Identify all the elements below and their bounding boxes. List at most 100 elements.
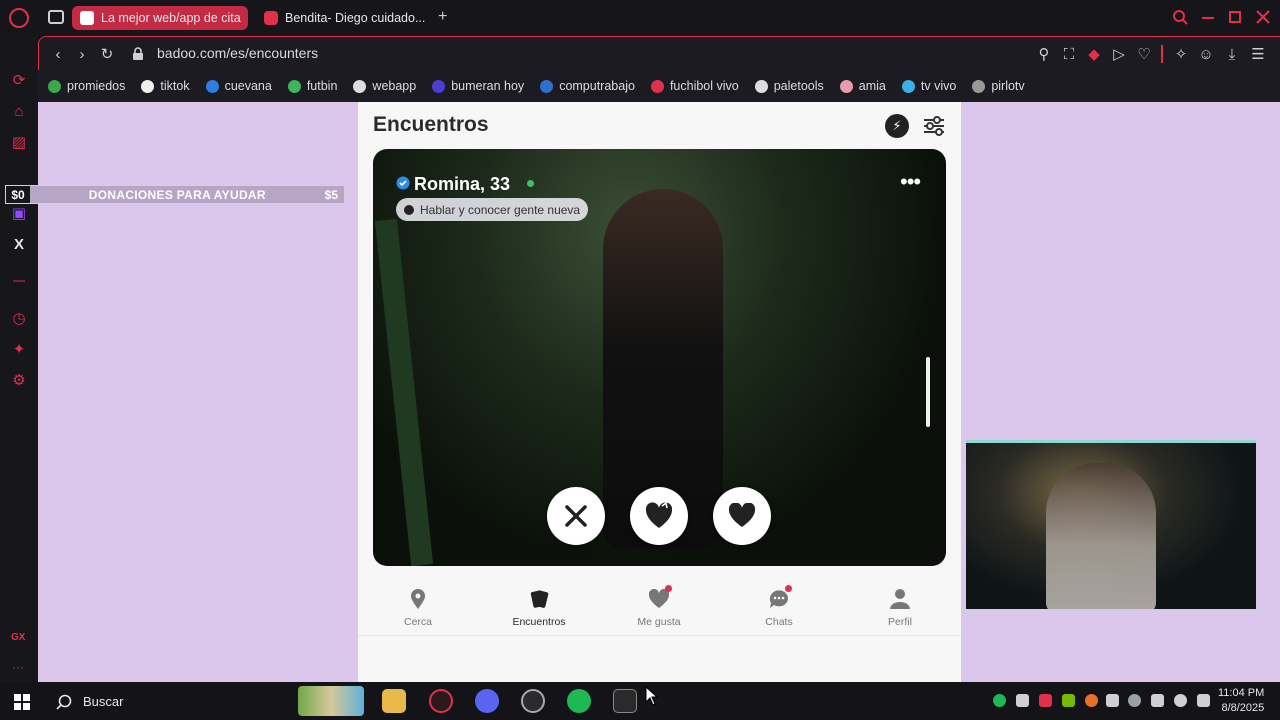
downloads-icon[interactable]: ⤓ — [1223, 45, 1241, 63]
boost-lightning-icon[interactable]: ⚡ — [885, 114, 909, 138]
pin-icon[interactable]: ⚲ — [1035, 45, 1053, 63]
tray-volume-icon[interactable] — [1197, 694, 1210, 707]
bookmark-item[interactable]: futbin — [287, 79, 337, 93]
favorites-heart-icon[interactable]: ♡ — [1135, 45, 1153, 63]
nav-item-cerca[interactable]: Cerca — [373, 588, 463, 628]
status-text: Hablar y conocer gente nueva — [420, 202, 581, 217]
x-twitter-icon[interactable]: X — [9, 234, 29, 254]
history-refresh-icon[interactable]: ⟳ — [9, 70, 29, 90]
windows-start-icon[interactable] — [14, 694, 30, 710]
spotify-icon[interactable] — [567, 689, 591, 713]
obs-icon[interactable] — [521, 689, 545, 713]
nav-label: Me gusta — [637, 616, 681, 628]
tray-app-icon[interactable] — [1085, 694, 1098, 707]
bookmark-item[interactable]: webapp — [353, 79, 416, 93]
discord-icon[interactable] — [475, 689, 499, 713]
tray-discord-icon[interactable] — [1016, 694, 1029, 707]
reload-icon[interactable]: ↻ — [98, 45, 116, 63]
bookmark-item[interactable]: tv vivo — [901, 79, 956, 93]
photo-scroll-indicator — [926, 357, 930, 427]
bookmark-item[interactable]: paletools — [754, 79, 824, 93]
close-icon[interactable] — [1256, 10, 1270, 24]
bookmark-item[interactable]: amia — [839, 79, 886, 93]
extensions-puzzle-icon[interactable]: ✧ — [1172, 45, 1190, 63]
new-tab-button[interactable]: + — [438, 8, 447, 26]
tab-badoo[interactable]: La mejor web/app de cita — [72, 6, 248, 30]
taskbar-search-input[interactable]: Buscar — [83, 694, 123, 709]
workspaces-icon[interactable] — [48, 10, 64, 24]
forward-icon[interactable]: › — [73, 45, 91, 63]
bookmark-item[interactable]: cuevana — [205, 79, 272, 93]
nav-item-encuentros[interactable]: Encuentros — [494, 588, 584, 628]
twitch-icon[interactable]: ▣ — [9, 203, 29, 223]
dashboard-icon[interactable]: ▨ — [9, 132, 29, 152]
filters-sliders-icon[interactable] — [922, 115, 946, 137]
bookmark-item[interactable]: bumeran hoy — [432, 79, 524, 93]
sidebar-more-icon[interactable]: ··· — [12, 660, 24, 674]
donation-progress-bar: $0 DONACIONES PARA AYUDAR $5 — [5, 185, 345, 204]
heart-icon — [728, 503, 756, 527]
epic-games-icon[interactable] — [613, 689, 637, 713]
more-options-icon[interactable]: ••• — [900, 171, 921, 193]
tray-opera-icon[interactable] — [1039, 694, 1052, 707]
online-status-icon — [527, 180, 534, 187]
vpn-shield-icon[interactable]: ◆ — [1085, 45, 1103, 63]
taskbar-clock[interactable]: 11:04 PM 8/8/2025 — [1218, 686, 1264, 716]
tray-network-icon[interactable] — [1151, 694, 1164, 707]
back-icon[interactable]: ‹ — [49, 45, 67, 63]
bookmark-label: pirlotv — [991, 79, 1025, 93]
bookmark-label: tiktok — [160, 79, 190, 93]
snapshot-icon[interactable]: ⛶ — [1060, 45, 1078, 63]
tray-epic-icon[interactable] — [1106, 694, 1119, 707]
like-button[interactable] — [713, 487, 771, 545]
gx-label[interactable]: GX — [11, 632, 25, 643]
cards-icon — [530, 590, 549, 608]
nav-label: Chats — [765, 616, 793, 628]
nav-label: Encuentros — [512, 616, 566, 628]
bookmark-item[interactable]: promiedos — [48, 79, 125, 93]
nav-item-perfil[interactable]: Perfil — [855, 588, 945, 628]
file-explorer-icon[interactable] — [382, 689, 406, 713]
bookmark-item[interactable]: fuchibol vivo — [650, 79, 739, 93]
bookmark-favicon-icon — [839, 79, 853, 93]
page-title: Encuentros — [373, 113, 489, 136]
opera-gx-icon[interactable] — [429, 689, 453, 713]
search-icon[interactable] — [1173, 10, 1188, 25]
minimize-icon[interactable] — [1202, 17, 1214, 19]
nav-item-me-gusta[interactable]: Me gusta — [614, 585, 704, 628]
game-icon[interactable]: ⌂ — [9, 101, 29, 121]
dislike-button[interactable] — [547, 487, 605, 545]
bookmark-favicon-icon — [205, 79, 219, 93]
tray-wifi-icon[interactable] — [1174, 694, 1187, 707]
bookmark-item[interactable]: computrabajo — [540, 79, 635, 93]
tray-nvidia-icon[interactable] — [1062, 694, 1075, 707]
tray-steam-icon[interactable] — [1128, 694, 1141, 707]
status-chip: Hablar y conocer gente nueva — [396, 198, 589, 221]
bookmark-item[interactable]: tiktok — [141, 79, 190, 93]
url-field[interactable]: badoo.com/es/encounters — [157, 45, 318, 61]
opera-logo-icon[interactable] — [9, 8, 29, 28]
tab-youtube[interactable]: Bendita- Diego cuidado... — [256, 6, 434, 30]
tray-spotify-icon[interactable] — [993, 694, 1006, 707]
badoo-favicon-icon — [80, 11, 94, 25]
account-icon[interactable]: ☺ — [1197, 45, 1215, 63]
location-pin-icon — [411, 589, 425, 609]
bookmark-favicon-icon — [901, 79, 915, 93]
clock-icon[interactable]: ◷ — [9, 308, 29, 328]
nav-item-chats[interactable]: Chats — [734, 585, 824, 628]
superlike-button[interactable] — [630, 487, 688, 545]
settings-gear-icon[interactable]: ⚙ — [9, 370, 29, 390]
donation-current: $0 — [6, 186, 30, 203]
bookmark-favicon-icon — [972, 79, 986, 93]
player-icon[interactable]: ▷ — [1110, 45, 1128, 63]
bookmark-item[interactable]: pirlotv — [972, 79, 1025, 93]
bookmark-favicon-icon — [353, 79, 367, 93]
bookmark-favicon-icon — [650, 79, 664, 93]
maximize-icon[interactable] — [1229, 11, 1241, 23]
bookmark-label: fuchibol vivo — [669, 79, 739, 93]
likes-heart-icon — [648, 585, 672, 610]
bookmark-favicon-icon — [432, 79, 446, 93]
menu-icon[interactable]: ☰ — [1249, 45, 1267, 63]
extensions-icon[interactable]: ✦ — [9, 339, 29, 359]
search-highlight-image — [298, 686, 364, 716]
